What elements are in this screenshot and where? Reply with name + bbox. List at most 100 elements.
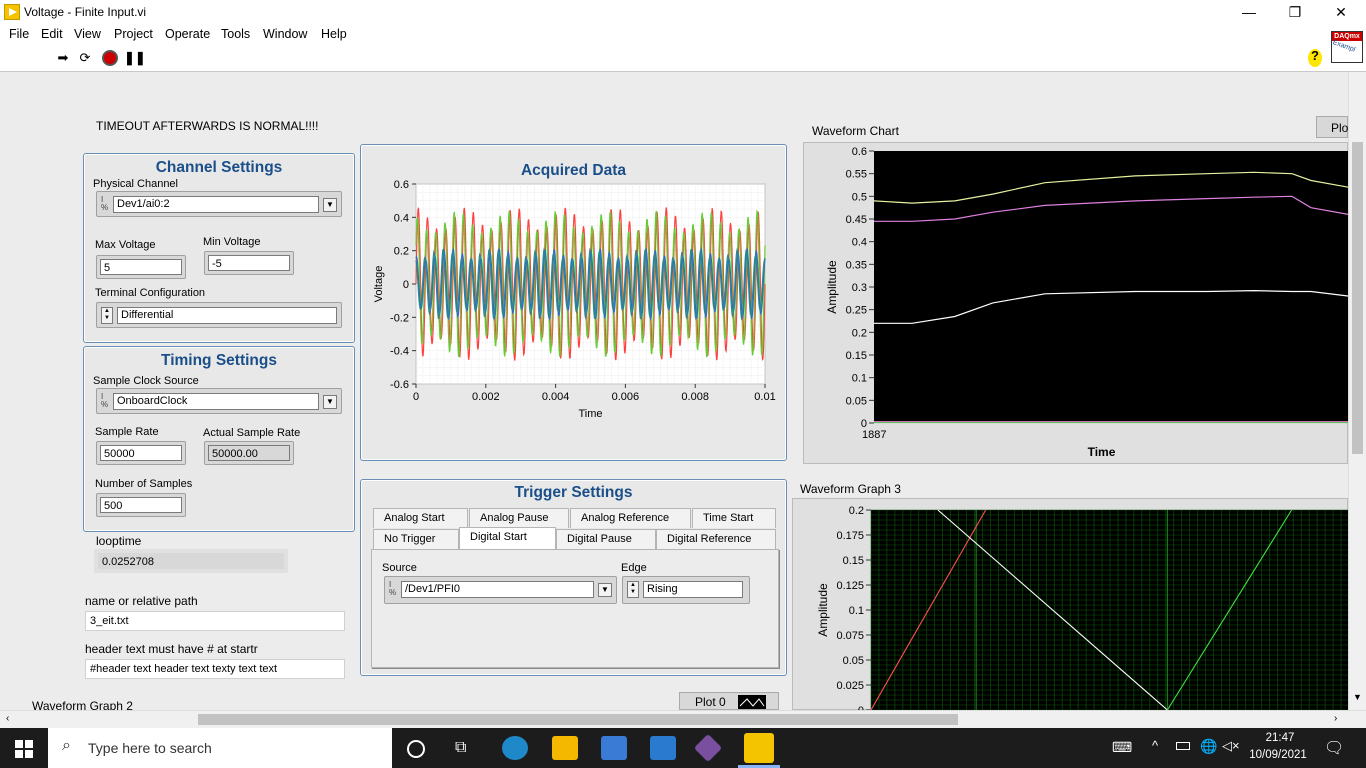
physical-channel-value[interactable]: Dev1/ai0:2 bbox=[113, 196, 319, 213]
tray-expand-icon[interactable]: ^ bbox=[1152, 738, 1158, 753]
sample-rate-control[interactable]: 50000 bbox=[96, 441, 186, 465]
path-label: name or relative path bbox=[85, 594, 198, 608]
keyboard-icon[interactable]: ⌨ bbox=[1112, 739, 1132, 756]
waveform-chart-plot[interactable]: 0.6 0.55 0.5 0.45 0.4 0.35 0.3 0.25 0.2 0.15 0.1 0.… bbox=[804, 143, 1349, 465]
clock-date[interactable]: 10/09/2021 bbox=[1246, 749, 1310, 761]
waveform-graph3-plot[interactable]: 0.20.1750.150.1250.10.0750.050.0250Ampli… bbox=[793, 499, 1349, 711]
sample-rate-value[interactable]: 50000 bbox=[100, 445, 182, 461]
timing-settings-cluster: Timing Settings Sample Clock Source I% O… bbox=[83, 346, 355, 532]
front-panel: TIMEOUT AFTERWARDS IS NORMAL!!!! Channel… bbox=[0, 72, 1349, 713]
looptime-label: looptime bbox=[96, 534, 142, 548]
network-icon[interactable]: 🌐 bbox=[1200, 738, 1217, 755]
battery-icon[interactable] bbox=[1176, 742, 1190, 750]
num-samples-value[interactable]: 500 bbox=[100, 497, 182, 513]
chevron-down-icon[interactable]: ▼ bbox=[323, 395, 337, 409]
header-input[interactable]: #header text header text texty text text bbox=[85, 659, 345, 679]
file-explorer-icon[interactable] bbox=[552, 736, 578, 760]
notification-icon[interactable]: 🗨 bbox=[1324, 738, 1344, 758]
gitkraken-icon[interactable] bbox=[693, 733, 723, 763]
menu-window[interactable]: Window bbox=[263, 27, 307, 41]
max-voltage-value[interactable]: 5 bbox=[100, 259, 182, 275]
mail-icon[interactable] bbox=[650, 736, 676, 760]
actual-rate-label: Actual Sample Rate bbox=[203, 427, 301, 439]
acquired-data-plot[interactable]: 0.6 0.4 0.2 0 -0.2 -0.4 -0.6 0 0.002 0.004 0.006 0.… bbox=[361, 145, 788, 462]
menu-operate[interactable]: Operate bbox=[165, 27, 210, 41]
scroll-left-icon[interactable]: ‹ bbox=[6, 713, 9, 724]
looptime-indicator: 0.0252708 bbox=[94, 549, 288, 573]
num-samples-control[interactable]: 500 bbox=[96, 493, 186, 517]
task-view-icon[interactable]: ⧉ bbox=[455, 739, 466, 757]
menu-file[interactable]: File bbox=[9, 27, 29, 41]
num-samples-label: Number of Samples bbox=[95, 478, 193, 490]
chevron-down-icon[interactable]: ▼ bbox=[323, 198, 337, 212]
edge-browser-icon[interactable] bbox=[502, 736, 528, 760]
tab-analog-start[interactable]: Analog Start bbox=[373, 508, 468, 528]
y-tick-label: -0.4 bbox=[390, 346, 409, 358]
abort-icon[interactable] bbox=[102, 50, 118, 66]
x-axis-label: Time bbox=[1088, 445, 1116, 459]
min-voltage-control[interactable]: -5 bbox=[204, 251, 294, 275]
plot0-legend[interactable]: Plot 0 bbox=[679, 692, 779, 710]
y-tick-label: 0.4 bbox=[852, 237, 867, 249]
path-input[interactable]: 3_eit.txt bbox=[85, 611, 345, 631]
taskbar-search[interactable]: ⌕ Type here to search bbox=[48, 728, 392, 768]
cortana-icon[interactable] bbox=[407, 740, 425, 758]
up-down-arrows-icon[interactable]: ▲ ▼ bbox=[101, 307, 113, 324]
x-tick-label: 0.004 bbox=[542, 391, 570, 403]
terminal-config-label: Terminal Configuration bbox=[95, 287, 206, 299]
store-icon[interactable] bbox=[601, 736, 627, 760]
labview-taskbar-icon[interactable] bbox=[744, 733, 774, 763]
waveform-chart-legend[interactable]: Plo bbox=[1316, 116, 1348, 138]
vertical-scrollbar[interactable]: ▼ bbox=[1348, 72, 1366, 710]
menu-project[interactable]: Project bbox=[114, 27, 153, 41]
volume-icon[interactable]: ◁× bbox=[1222, 738, 1240, 754]
physical-channel-control[interactable]: I% Dev1/ai0:2 ▼ bbox=[96, 191, 342, 217]
chevron-down-icon[interactable]: ▼ bbox=[598, 583, 612, 597]
window-title: Voltage - Finite Input.vi bbox=[24, 5, 147, 19]
clock-time[interactable]: 21:47 bbox=[1250, 732, 1310, 744]
horizontal-scroll-thumb[interactable] bbox=[198, 714, 958, 725]
trigger-source-value[interactable]: /Dev1/PFI0 bbox=[401, 581, 594, 598]
up-down-arrows-icon[interactable]: ▲ ▼ bbox=[627, 581, 639, 598]
tab-analog-pause[interactable]: Analog Pause bbox=[469, 508, 569, 528]
pause-icon[interactable]: ❚❚ bbox=[124, 51, 146, 65]
y-tick-label: 0.25 bbox=[846, 305, 867, 317]
clock-source-value[interactable]: OnboardClock bbox=[113, 393, 319, 410]
clock-source-control[interactable]: I% OnboardClock ▼ bbox=[96, 388, 342, 414]
y-tick-label: 0.05 bbox=[846, 395, 867, 407]
tab-digital-reference[interactable]: Digital Reference bbox=[656, 529, 776, 549]
menu-view[interactable]: View bbox=[74, 27, 101, 41]
trigger-source-control[interactable]: I% /Dev1/PFI0 ▼ bbox=[384, 576, 617, 604]
vertical-scroll-thumb[interactable] bbox=[1352, 142, 1363, 454]
tab-time-start[interactable]: Time Start bbox=[692, 508, 776, 528]
x-tick-label: 1887 bbox=[862, 429, 886, 441]
min-voltage-value[interactable]: -5 bbox=[208, 255, 290, 271]
actual-rate-value: 50000.00 bbox=[208, 445, 290, 461]
terminal-config-control[interactable]: ▲ ▼ Differential bbox=[96, 302, 342, 328]
run-arrow-icon[interactable]: ➡ bbox=[55, 51, 71, 65]
max-voltage-control[interactable]: 5 bbox=[96, 255, 186, 279]
tab-digital-start[interactable]: Digital Start bbox=[459, 527, 556, 551]
close-button[interactable]: ✕ bbox=[1318, 0, 1364, 24]
scroll-down-icon[interactable]: ▼ bbox=[1353, 692, 1362, 702]
menu-tools[interactable]: Tools bbox=[221, 27, 250, 41]
plot0-line-icon bbox=[738, 695, 766, 709]
tab-analog-reference[interactable]: Analog Reference bbox=[570, 508, 691, 528]
restore-button[interactable]: ❐ bbox=[1272, 0, 1318, 24]
waveform-graph3: 0.2 0.175 0.15 0.125 0.1 0.075 0.05 0.025 0 Ampli… bbox=[792, 498, 1349, 711]
menu-edit[interactable]: Edit bbox=[41, 27, 63, 41]
tab-no-trigger[interactable]: No Trigger bbox=[373, 529, 459, 549]
run-continuously-icon[interactable]: ⟳ bbox=[77, 51, 93, 65]
trigger-edge-control[interactable]: ▲ ▼ Rising bbox=[622, 576, 750, 604]
minimize-button[interactable]: — bbox=[1226, 0, 1272, 24]
y-tick-label: -0.2 bbox=[390, 312, 409, 324]
horizontal-scrollbar[interactable]: ‹ › bbox=[0, 710, 1366, 728]
trigger-edge-value[interactable]: Rising bbox=[643, 581, 743, 598]
windows-start-icon[interactable] bbox=[15, 740, 33, 758]
scroll-right-icon[interactable]: › bbox=[1334, 713, 1337, 724]
io-icon: I% bbox=[389, 580, 397, 597]
tab-digital-pause[interactable]: Digital Pause bbox=[556, 529, 656, 549]
terminal-config-value[interactable]: Differential bbox=[117, 307, 337, 324]
menu-help[interactable]: Help bbox=[321, 27, 347, 41]
context-help-icon[interactable]: ? bbox=[1308, 49, 1322, 67]
